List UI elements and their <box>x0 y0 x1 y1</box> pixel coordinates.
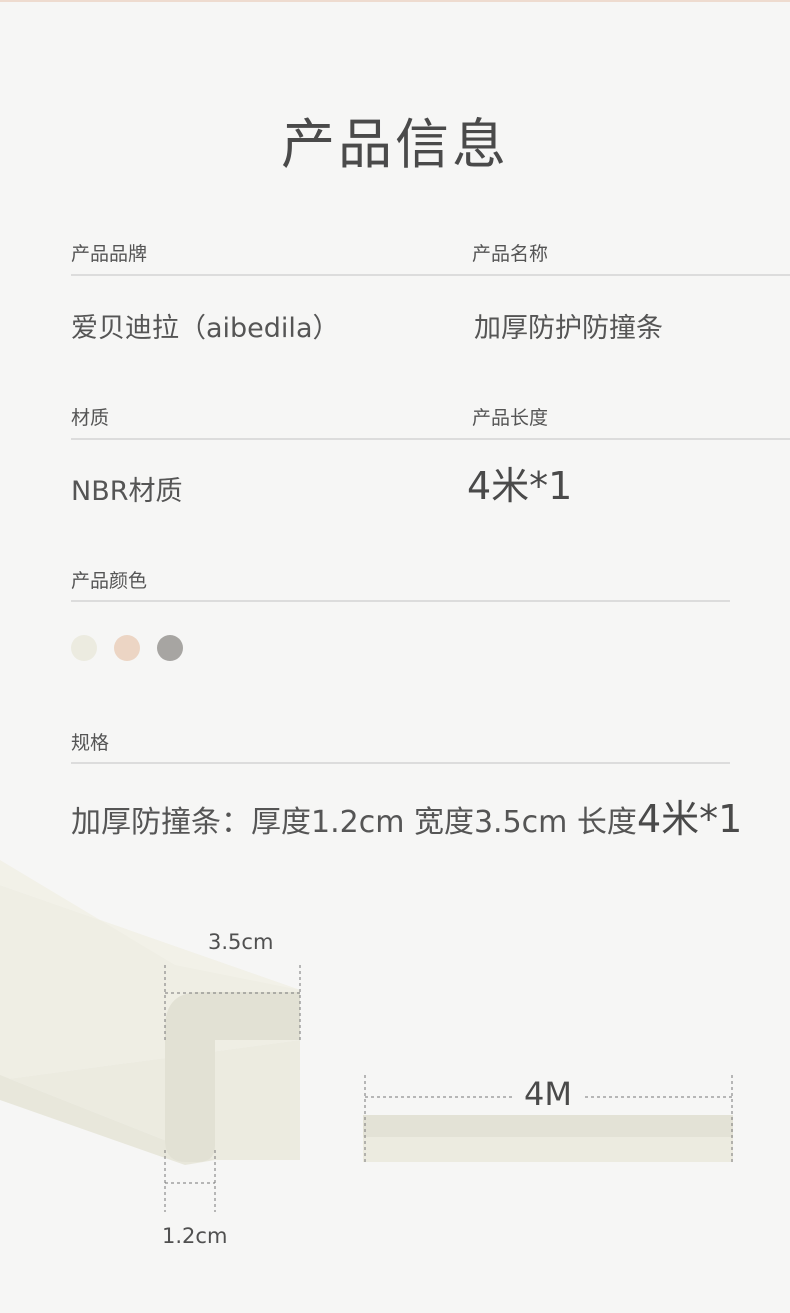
strip-top-face <box>363 1115 733 1137</box>
length-dimension-label: 4M <box>524 1075 572 1113</box>
product-dimension-diagram <box>0 860 733 1212</box>
strip-front-face <box>363 1137 733 1162</box>
width-dimension-label: 3.5cm <box>208 930 274 954</box>
thickness-dimension-label: 1.2cm <box>162 1224 228 1248</box>
